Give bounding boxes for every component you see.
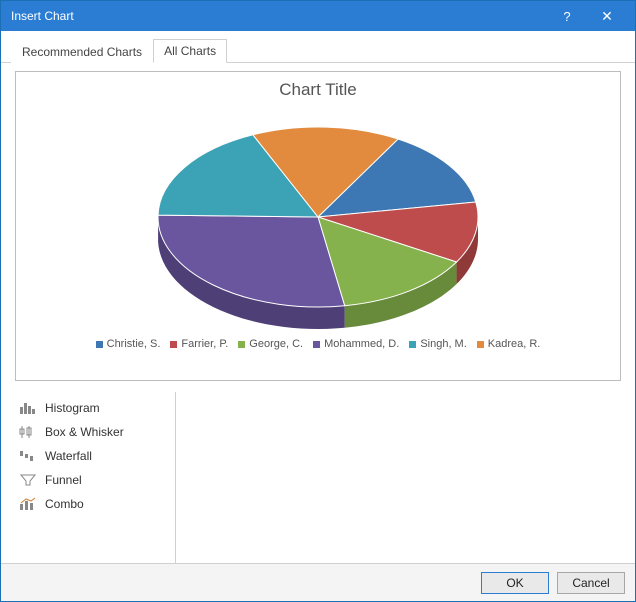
legend-swatch bbox=[477, 341, 484, 348]
tab-recommended-charts[interactable]: Recommended Charts bbox=[11, 40, 153, 63]
tab-all-charts[interactable]: All Charts bbox=[153, 39, 227, 63]
sidebar-item-label: Combo bbox=[45, 497, 84, 511]
chart-variant-pane bbox=[176, 392, 625, 563]
combo-icon bbox=[19, 496, 37, 512]
body-bottom: Histogram Box & Whisker Waterfall Funnel Com… bbox=[11, 386, 625, 563]
sidebar-item-label: Waterfall bbox=[45, 449, 92, 463]
legend-swatch bbox=[238, 341, 245, 348]
help-button[interactable]: ? bbox=[547, 1, 587, 31]
legend-label: Singh, M. bbox=[420, 338, 466, 350]
pie-chart[interactable] bbox=[16, 104, 620, 334]
box-whisker-icon bbox=[19, 424, 37, 440]
legend-label: George, C. bbox=[249, 338, 303, 350]
legend-item: Farrier, P. bbox=[170, 338, 228, 350]
legend-swatch bbox=[313, 341, 320, 348]
dialog-footer: OK Cancel bbox=[1, 563, 635, 601]
chart-preview: Chart Title Christie, S. Farrier, P. Georg… bbox=[15, 71, 621, 381]
sidebar-item-label: Box & Whisker bbox=[45, 425, 124, 439]
legend-swatch bbox=[170, 341, 177, 348]
chart-type-list: Histogram Box & Whisker Waterfall Funnel Com… bbox=[11, 392, 176, 563]
legend-item: Kadrea, R. bbox=[477, 338, 541, 350]
histogram-icon bbox=[19, 400, 37, 416]
funnel-icon bbox=[19, 472, 37, 488]
legend-label: Farrier, P. bbox=[181, 338, 228, 350]
sidebar-item-label: Funnel bbox=[45, 473, 82, 487]
legend-item: Christie, S. bbox=[96, 338, 161, 350]
waterfall-icon bbox=[19, 448, 37, 464]
chart-legend: Christie, S. Farrier, P. George, C. Mohamme… bbox=[16, 334, 620, 354]
tabs-row: Recommended Charts All Charts bbox=[1, 31, 635, 63]
window-title: Insert Chart bbox=[11, 9, 547, 23]
legend-label: Kadrea, R. bbox=[488, 338, 541, 350]
legend-label: Christie, S. bbox=[107, 338, 161, 350]
legend-swatch bbox=[409, 341, 416, 348]
sidebar-item-combo[interactable]: Combo bbox=[11, 492, 175, 516]
legend-item: Mohammed, D. bbox=[313, 338, 399, 350]
ok-button[interactable]: OK bbox=[481, 572, 549, 594]
titlebar: Insert Chart ? ✕ bbox=[1, 1, 635, 31]
body-top: Chart Title Christie, S. Farrier, P. Georg… bbox=[11, 71, 625, 386]
sidebar-item-label: Histogram bbox=[45, 401, 100, 415]
insert-chart-dialog: Insert Chart ? ✕ Recommended Charts All … bbox=[0, 0, 636, 602]
sidebar-item-waterfall[interactable]: Waterfall bbox=[11, 444, 175, 468]
sidebar-item-funnel[interactable]: Funnel bbox=[11, 468, 175, 492]
sidebar-item-box-whisker[interactable]: Box & Whisker bbox=[11, 420, 175, 444]
chart-title: Chart Title bbox=[16, 72, 620, 104]
legend-item: George, C. bbox=[238, 338, 303, 350]
sidebar-item-histogram[interactable]: Histogram bbox=[11, 396, 175, 420]
cancel-button[interactable]: Cancel bbox=[557, 572, 625, 594]
dialog-body: Chart Title Christie, S. Farrier, P. Georg… bbox=[1, 63, 635, 563]
legend-label: Mohammed, D. bbox=[324, 338, 399, 350]
close-button[interactable]: ✕ bbox=[587, 1, 627, 31]
legend-item: Singh, M. bbox=[409, 338, 466, 350]
legend-swatch bbox=[96, 341, 103, 348]
